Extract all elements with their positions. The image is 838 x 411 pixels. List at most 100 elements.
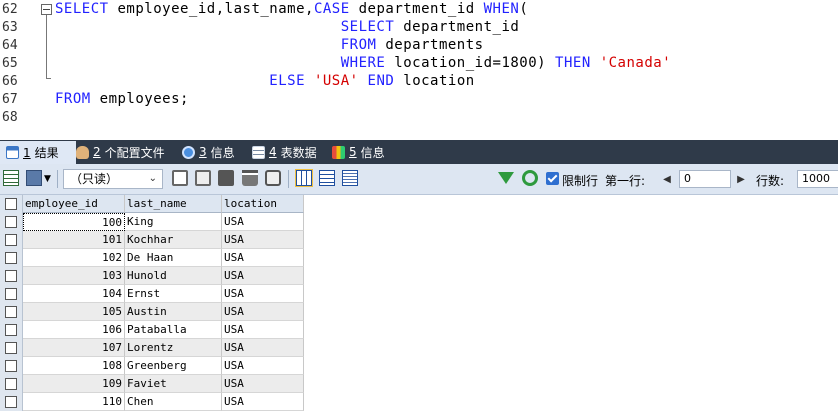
prev-page-button[interactable]: ◀ bbox=[660, 170, 674, 188]
table-cell[interactable]: 110 bbox=[23, 393, 125, 411]
table-cell[interactable]: 105 bbox=[23, 303, 125, 321]
table-cell[interactable]: USA bbox=[222, 285, 304, 303]
row-select-checkbox[interactable] bbox=[0, 285, 23, 303]
code-line[interactable]: 67 FROM employees; bbox=[0, 90, 838, 108]
chevron-down-icon[interactable]: ▼ bbox=[44, 170, 51, 188]
row-select-checkbox[interactable] bbox=[0, 321, 23, 339]
tab-table-data[interactable]: 4 表数据 bbox=[246, 140, 323, 164]
table-row[interactable]: 110 Chen USA bbox=[0, 393, 304, 411]
table-cell[interactable]: Greenberg bbox=[125, 357, 222, 375]
table-cell[interactable]: Lorentz bbox=[125, 339, 222, 357]
table-row[interactable]: 105 Austin USA bbox=[0, 303, 304, 321]
table-row[interactable]: 102 De Haan USA bbox=[0, 249, 304, 267]
row-select-checkbox[interactable] bbox=[0, 339, 23, 357]
duplicate-row-icon[interactable] bbox=[195, 170, 211, 186]
row-select-checkbox[interactable] bbox=[0, 393, 23, 411]
column-header[interactable]: location bbox=[222, 195, 304, 213]
table-cell[interactable]: Hunold bbox=[125, 267, 222, 285]
table-cell[interactable]: USA bbox=[222, 303, 304, 321]
row-select-checkbox[interactable] bbox=[0, 375, 23, 393]
table-cell[interactable]: USA bbox=[222, 249, 304, 267]
sql-token: department_id bbox=[394, 19, 520, 35]
code-line[interactable]: 66 ELSE 'USA' END location bbox=[0, 72, 838, 90]
view-mode-icon[interactable] bbox=[26, 170, 42, 186]
table-cell[interactable]: 107 bbox=[23, 339, 125, 357]
next-page-button[interactable]: ▶ bbox=[734, 170, 748, 188]
add-row-icon[interactable] bbox=[172, 170, 188, 186]
row-select-checkbox[interactable] bbox=[0, 249, 23, 267]
table-row[interactable]: 108 Greenberg USA bbox=[0, 357, 304, 375]
table-cell[interactable]: 103 bbox=[23, 267, 125, 285]
table-row[interactable]: 100 King USA bbox=[0, 213, 304, 231]
table-cell[interactable]: USA bbox=[222, 321, 304, 339]
table-cell[interactable]: Austin bbox=[125, 303, 222, 321]
tab-profiles[interactable]: 2 个配置文件 bbox=[70, 140, 171, 164]
code-line[interactable]: 62 SELECT employee_id,last_name,CASE depa… bbox=[0, 0, 838, 18]
code-text: SELECT employee_id,last_name,CASE depart… bbox=[55, 1, 528, 17]
table-row[interactable]: 109 Faviet USA bbox=[0, 375, 304, 393]
column-header[interactable]: last_name bbox=[125, 195, 222, 213]
filter-icon[interactable] bbox=[498, 172, 514, 184]
column-header[interactable]: employee_id bbox=[23, 195, 125, 213]
table-cell[interactable]: 106 bbox=[23, 321, 125, 339]
table-cell[interactable]: Faviet bbox=[125, 375, 222, 393]
table-cell[interactable]: 101 bbox=[23, 231, 125, 249]
table-cell[interactable]: King bbox=[125, 213, 222, 231]
sql-keyword: WHEN bbox=[483, 1, 520, 17]
table-cell[interactable]: USA bbox=[222, 213, 304, 231]
discard-changes-icon[interactable] bbox=[265, 170, 281, 186]
save-icon[interactable] bbox=[218, 170, 234, 186]
table-cell[interactable]: USA bbox=[222, 339, 304, 357]
row-select-checkbox[interactable] bbox=[0, 231, 23, 249]
readonly-mode-select[interactable]: （只读） ⌄ bbox=[63, 169, 163, 189]
table-row[interactable]: 107 Lorentz USA bbox=[0, 339, 304, 357]
export-grid-icon[interactable] bbox=[3, 170, 19, 186]
table-cell[interactable]: 100 bbox=[23, 213, 125, 231]
table-cell[interactable]: Chen bbox=[125, 393, 222, 411]
tab-info[interactable]: 3 信息 bbox=[176, 140, 241, 164]
code-line[interactable]: 65 WHERE location_id=1800) THEN 'Canada' bbox=[0, 54, 838, 72]
code-line[interactable]: 63 SELECT department_id bbox=[0, 18, 838, 36]
table-row[interactable]: 101 Kochhar USA bbox=[0, 231, 304, 249]
table-cell[interactable]: 104 bbox=[23, 285, 125, 303]
select-all-checkbox[interactable] bbox=[0, 195, 23, 213]
row-select-checkbox[interactable] bbox=[0, 267, 23, 285]
table-row[interactable]: 103 Hunold USA bbox=[0, 267, 304, 285]
toolbar-divider bbox=[57, 170, 58, 188]
table-row[interactable]: 104 Ernst USA bbox=[0, 285, 304, 303]
toolbar-divider bbox=[288, 170, 289, 188]
table-cell[interactable]: 102 bbox=[23, 249, 125, 267]
table-row[interactable]: 106 Pataballa USA bbox=[0, 321, 304, 339]
table-cell[interactable]: Pataballa bbox=[125, 321, 222, 339]
result-grid[interactable]: employee_id last_name location 100 King US… bbox=[0, 195, 838, 411]
table-cell[interactable]: USA bbox=[222, 375, 304, 393]
first-row-input[interactable]: 0 bbox=[679, 170, 731, 188]
table-cell[interactable]: USA bbox=[222, 357, 304, 375]
row-select-checkbox[interactable] bbox=[0, 213, 23, 231]
grid-view-icon[interactable] bbox=[295, 169, 313, 187]
limit-rows-checkbox[interactable] bbox=[546, 172, 559, 185]
row-select-checkbox[interactable] bbox=[0, 303, 23, 321]
tab-results[interactable]: 1 结果 bbox=[0, 141, 76, 164]
text-view-icon[interactable] bbox=[342, 170, 358, 186]
table-cell[interactable]: De Haan bbox=[125, 249, 222, 267]
refresh-icon[interactable] bbox=[522, 170, 538, 186]
table-cell[interactable]: Kochhar bbox=[125, 231, 222, 249]
row-count-input[interactable]: 1000 bbox=[797, 170, 838, 188]
form-view-icon[interactable] bbox=[319, 170, 335, 186]
sql-editor[interactable]: 62 SELECT employee_id,last_name,CASE depa… bbox=[0, 0, 838, 131]
sql-keyword: THEN bbox=[555, 55, 591, 71]
table-cell[interactable]: USA bbox=[222, 267, 304, 285]
table-cell[interactable]: 109 bbox=[23, 375, 125, 393]
table-cell[interactable]: USA bbox=[222, 231, 304, 249]
tab-info-5[interactable]: 5 信息 bbox=[326, 140, 391, 164]
row-select-checkbox[interactable] bbox=[0, 357, 23, 375]
table-cell[interactable]: Ernst bbox=[125, 285, 222, 303]
code-text: SELECT department_id bbox=[55, 19, 519, 35]
code-line[interactable]: 68 bbox=[0, 108, 838, 126]
delete-icon[interactable] bbox=[242, 170, 258, 186]
table-cell[interactable]: USA bbox=[222, 393, 304, 411]
table-cell[interactable]: 108 bbox=[23, 357, 125, 375]
sql-keyword: FROM bbox=[340, 37, 377, 53]
code-line[interactable]: 64 FROM departments bbox=[0, 36, 838, 54]
